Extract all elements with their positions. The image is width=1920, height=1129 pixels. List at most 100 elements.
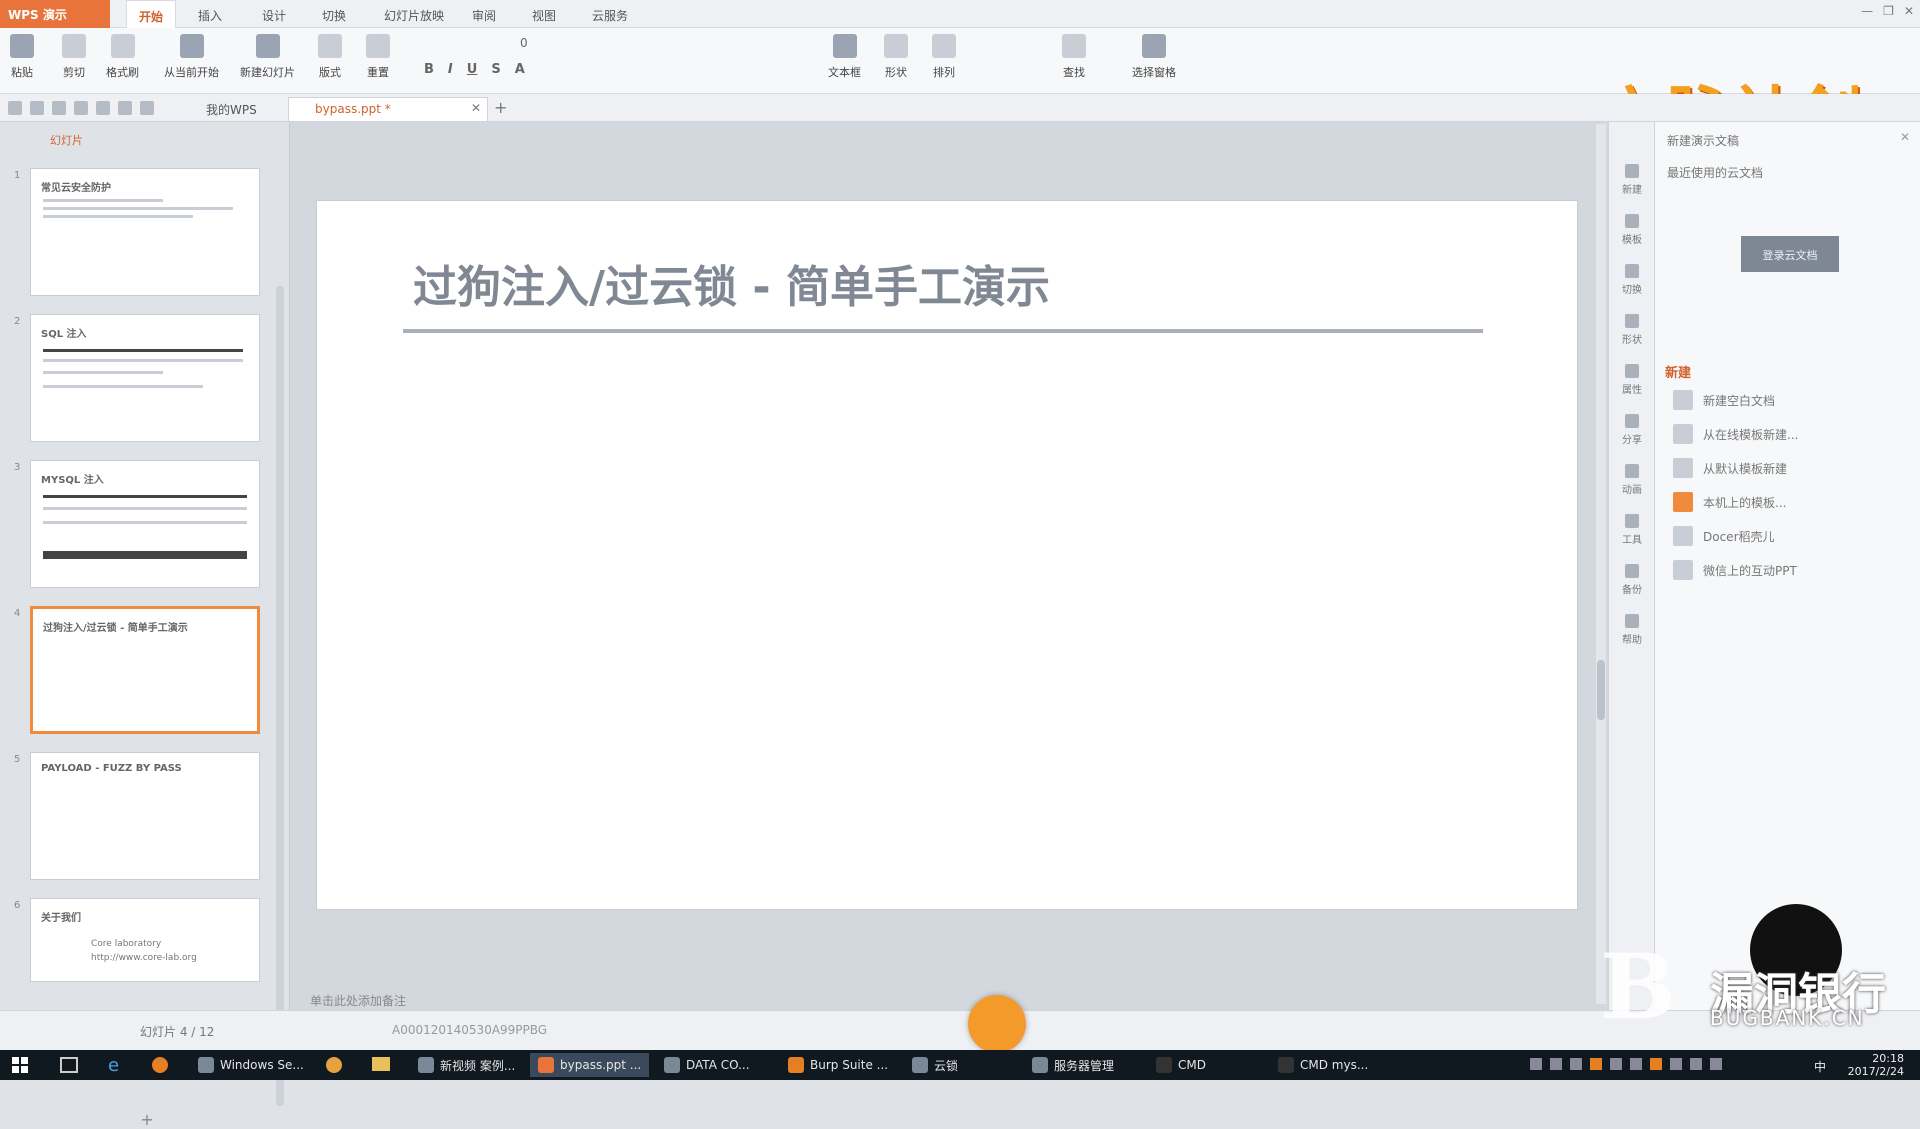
slide-thumb-1[interactable]: 常见云安全防护 <box>30 168 260 296</box>
slide-title[interactable]: 过狗注入/过云锁 - 简单手工演示 <box>413 251 1050 315</box>
task-pane-header[interactable]: 新建演示文稿 <box>1667 132 1739 149</box>
login-cloud-button[interactable]: 登录云文档 <box>1741 236 1839 272</box>
taskbar-item-data[interactable]: DATA CO... <box>656 1053 758 1077</box>
clock[interactable]: 20:18 2017/2/24 <box>1848 1052 1904 1078</box>
tray-icon[interactable] <box>1650 1058 1662 1070</box>
redo-icon[interactable] <box>140 101 154 115</box>
new-blank-doc[interactable]: 新建空白文档 <box>1673 388 1775 412</box>
tray-icon[interactable] <box>1530 1058 1542 1070</box>
volume-icon[interactable] <box>1670 1058 1682 1070</box>
slide-thumb-2[interactable]: SQL 注入 <box>30 314 260 442</box>
side-shape-button[interactable]: 形状 <box>1615 314 1649 346</box>
italic-button[interactable]: I <box>448 62 453 77</box>
add-tab-button[interactable]: + <box>494 98 507 117</box>
restore-icon[interactable]: ❐ <box>1883 4 1894 24</box>
side-animation-button[interactable]: 动画 <box>1615 464 1649 496</box>
taskbar-item-yunsuo[interactable]: 云锁 <box>904 1053 966 1077</box>
taskbar-item-bypass-ppt[interactable]: bypass.ppt ... <box>530 1053 650 1077</box>
save-icon[interactable] <box>30 101 44 115</box>
task-view-icon[interactable] <box>60 1057 78 1073</box>
paste-button[interactable]: 粘贴 <box>10 34 34 88</box>
start-icon[interactable] <box>12 1057 28 1073</box>
network-icon[interactable] <box>1690 1058 1702 1070</box>
record-button[interactable] <box>968 995 1026 1053</box>
bold-button[interactable]: B <box>424 62 434 77</box>
taskbar-item-server-manager[interactable]: 服务器管理 <box>1024 1053 1122 1077</box>
arrange-button[interactable]: 排列 <box>932 34 956 88</box>
side-help-button[interactable]: 帮助 <box>1615 614 1649 646</box>
strikethrough-button[interactable]: S <box>491 62 500 77</box>
side-share-button[interactable]: 分享 <box>1615 414 1649 446</box>
open-icon[interactable] <box>8 101 22 115</box>
layout-button[interactable]: 版式 <box>318 34 342 88</box>
local-templates[interactable]: 本机上的模板... <box>1673 490 1786 514</box>
taskbar-item-cmd[interactable]: CMD <box>1148 1053 1214 1077</box>
tray-icon[interactable] <box>1590 1058 1602 1070</box>
slide-scrollbar[interactable] <box>1596 124 1606 1004</box>
browser-icon[interactable] <box>326 1057 342 1073</box>
app-menu-button[interactable]: WPS 演示 <box>0 0 110 28</box>
close-tab-icon[interactable]: ✕ <box>471 101 481 115</box>
ime-indicator[interactable]: 中 <box>1814 1058 1826 1075</box>
folder-icon[interactable] <box>372 1057 390 1071</box>
side-transition-button[interactable]: 切换 <box>1615 264 1649 296</box>
close-icon[interactable]: ✕ <box>1900 130 1910 144</box>
doc-tab-bypass[interactable]: bypass.ppt * ✕ <box>288 97 488 121</box>
new-slide-button[interactable]: 新建幻灯片 <box>240 34 295 88</box>
tab-home[interactable]: 开始 <box>126 0 177 28</box>
taskbar-item-notes[interactable]: 新视频 案例... <box>410 1053 523 1077</box>
underline-button[interactable]: U <box>467 62 478 77</box>
reset-button[interactable]: 重置 <box>366 34 390 88</box>
slide-thumb-6[interactable]: 关于我们 Core laboratory http://www.core-lab… <box>30 898 260 982</box>
new-from-online-template[interactable]: 从在线模板新建... <box>1673 422 1798 446</box>
taskbar-item-windows-security[interactable]: Windows Se... <box>190 1053 312 1077</box>
new-from-default-template[interactable]: 从默认模板新建 <box>1673 456 1787 480</box>
print-icon[interactable] <box>74 101 88 115</box>
undo-icon[interactable] <box>118 101 132 115</box>
side-backup-button[interactable]: 备份 <box>1615 564 1649 596</box>
edge-icon[interactable]: e <box>108 1055 119 1076</box>
slide-thumb-4[interactable]: 过狗注入/过云锁 - 简单手工演示 <box>30 606 260 734</box>
font-color-button[interactable]: A <box>515 62 525 77</box>
taskbar-item-cmd-mysql[interactable]: CMD mys... <box>1270 1053 1376 1077</box>
tray-icon[interactable] <box>1630 1058 1642 1070</box>
textbox-button[interactable]: 文本框 <box>828 34 861 88</box>
notes-placeholder[interactable]: 单击此处添加备注 <box>310 992 406 1009</box>
docer-link[interactable]: Docer稻壳儿 <box>1673 524 1775 548</box>
cut-button[interactable]: 剪切 <box>62 34 86 88</box>
tab-insert[interactable]: 插入 <box>186 0 234 28</box>
selection-pane-button[interactable]: 选择窗格 <box>1132 34 1176 88</box>
scrollbar-thumb[interactable] <box>1597 660 1605 720</box>
tab-cloud[interactable]: 云服务 <box>580 0 640 28</box>
tray-icon[interactable] <box>1610 1058 1622 1070</box>
slide-thumb-5[interactable]: PAYLOAD - FUZZ BY PASS <box>30 752 260 880</box>
firefox-icon[interactable] <box>152 1057 168 1073</box>
side-tools-button[interactable]: 工具 <box>1615 514 1649 546</box>
preview-icon[interactable] <box>96 101 110 115</box>
shape-button[interactable]: 形状 <box>884 34 908 88</box>
taskbar-item-burp[interactable]: Burp Suite ... <box>780 1053 896 1077</box>
tab-design[interactable]: 设计 <box>250 0 298 28</box>
notification-icon[interactable] <box>1710 1058 1722 1070</box>
minimize-icon[interactable]: — <box>1861 4 1873 24</box>
side-template-button[interactable]: 模板 <box>1615 214 1649 246</box>
tab-view[interactable]: 视图 <box>520 0 568 28</box>
tab-review[interactable]: 审阅 <box>460 0 508 28</box>
doc-tab-mywps[interactable]: 我的WPS <box>180 97 265 121</box>
find-button[interactable]: 查找 <box>1062 34 1086 88</box>
current-slide[interactable]: 过狗注入/过云锁 - 简单手工演示 <box>316 200 1578 910</box>
add-slide-button[interactable]: + <box>122 1110 172 1129</box>
export-icon[interactable] <box>52 101 66 115</box>
format-painter-button[interactable]: 格式刷 <box>106 34 139 88</box>
side-property-button[interactable]: 属性 <box>1615 364 1649 396</box>
tab-slideshow[interactable]: 幻灯片放映 <box>372 0 456 28</box>
side-new-button[interactable]: 新建 <box>1615 164 1649 196</box>
slide-thumb-3[interactable]: MYSQL 注入 <box>30 460 260 588</box>
tray-icon[interactable] <box>1570 1058 1582 1070</box>
font-size-field[interactable]: 0 <box>520 36 528 50</box>
slides-scrollbar[interactable] <box>276 286 284 1106</box>
close-icon[interactable]: ✕ <box>1904 4 1914 24</box>
tray-icon[interactable] <box>1550 1058 1562 1070</box>
play-from-current-button[interactable]: 从当前开始 <box>164 34 219 88</box>
tab-transition[interactable]: 切换 <box>310 0 358 28</box>
